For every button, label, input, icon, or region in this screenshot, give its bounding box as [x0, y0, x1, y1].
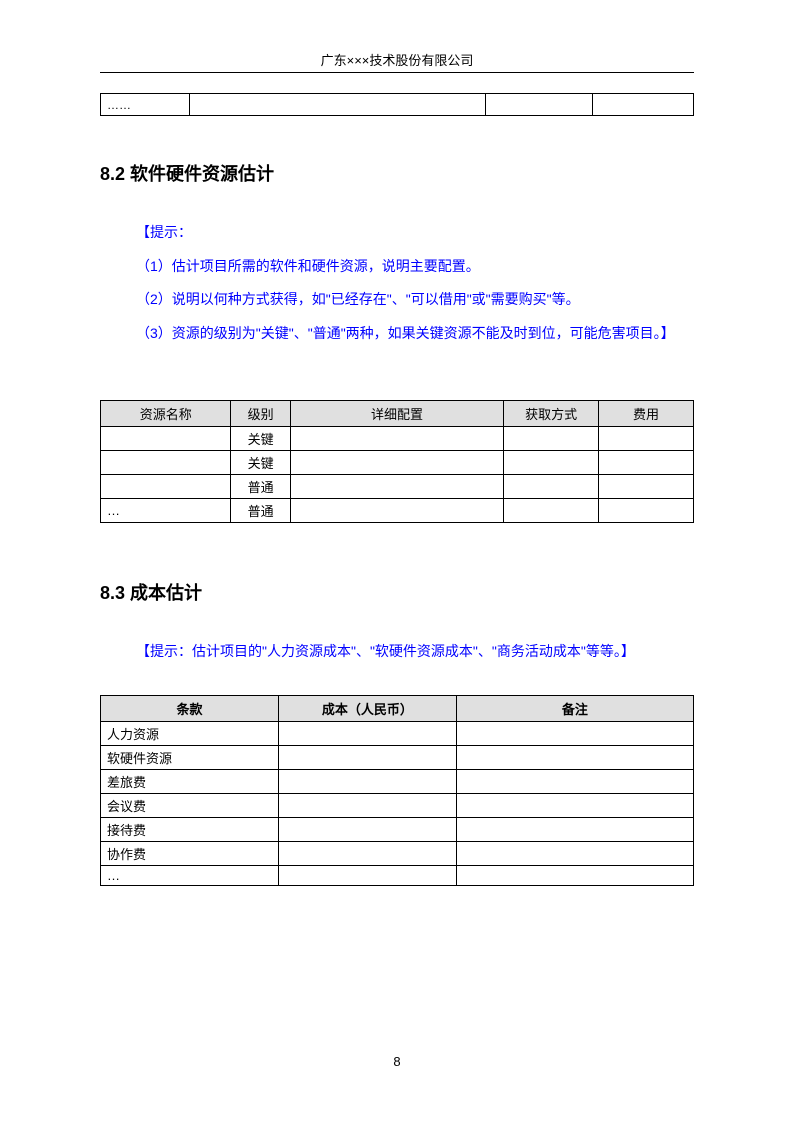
table-row: 普通 [101, 475, 694, 499]
cell-config [290, 475, 503, 499]
cell-amount [278, 721, 456, 745]
table-row: … [101, 865, 694, 885]
table-row: 接待费 [101, 817, 694, 841]
cell-amount [278, 841, 456, 865]
th-level: 级别 [231, 401, 290, 427]
cell-remark [456, 841, 693, 865]
cell-item: 协作费 [101, 841, 279, 865]
cell-cost [599, 427, 694, 451]
th-name: 资源名称 [101, 401, 231, 427]
th-method: 获取方式 [504, 401, 599, 427]
cell-amount [278, 745, 456, 769]
cell-method [504, 475, 599, 499]
hint-block-8-3: 【提示：估计项目的"人力资源成本"、"软硬件资源成本"、"商务活动成本"等等。】 [136, 635, 694, 669]
cell-level: 关键 [231, 427, 290, 451]
cell-remark [456, 769, 693, 793]
hint-block-8-2: 【提示： （1）估计项目所需的软件和硬件资源，说明主要配置。 （2）说明以何种方… [136, 216, 694, 350]
cell-method [504, 427, 599, 451]
cell-name: … [101, 499, 231, 523]
cell-item: … [101, 865, 279, 885]
cell-remark [456, 793, 693, 817]
th-cost: 费用 [599, 401, 694, 427]
table-row: 协作费 [101, 841, 694, 865]
hint-line: （3）资源的级别为"关键"、"普通"两种，如果关键资源不能及时到位，可能危害项目… [136, 317, 694, 351]
page-header: 广东×××技术股份有限公司 [0, 0, 794, 72]
header-rule [100, 72, 694, 73]
cell-level: 普通 [231, 475, 290, 499]
cell-method [504, 451, 599, 475]
cell-item: 会议费 [101, 793, 279, 817]
cell [593, 94, 694, 116]
th-amount: 成本（人民币） [278, 695, 456, 721]
cell-cost [599, 475, 694, 499]
cell-amount [278, 769, 456, 793]
page-number: 8 [0, 1054, 794, 1069]
table-row: … 普通 [101, 499, 694, 523]
cell-level: 普通 [231, 499, 290, 523]
cell-remark [456, 865, 693, 885]
table-row: 会议费 [101, 793, 694, 817]
hint-line: 【提示： [136, 216, 694, 250]
cell: …… [101, 94, 190, 116]
page-number-value: 8 [393, 1054, 400, 1069]
section-heading-8-3: 8.3 成本估计 [100, 579, 694, 605]
table-header-row: 条款 成本（人民币） 备注 [101, 695, 694, 721]
cost-table: 条款 成本（人民币） 备注 人力资源 软硬件资源 差旅费 会议费 接待费 [100, 695, 694, 886]
table-row: 关键 [101, 451, 694, 475]
cell-config [290, 451, 503, 475]
table-row: 软硬件资源 [101, 745, 694, 769]
cell-amount [278, 865, 456, 885]
cell-amount [278, 793, 456, 817]
table-row: 差旅费 [101, 769, 694, 793]
table-row: …… [101, 94, 694, 116]
cell-remark [456, 745, 693, 769]
resource-table: 资源名称 级别 详细配置 获取方式 费用 关键 关键 普通 [100, 400, 694, 523]
hint-line: 【提示：估计项目的"人力资源成本"、"软硬件资源成本"、"商务活动成本"等等。】 [136, 635, 694, 669]
th-remark: 备注 [456, 695, 693, 721]
cell [486, 94, 593, 116]
cell-config [290, 499, 503, 523]
hint-line: （1）估计项目所需的软件和硬件资源，说明主要配置。 [136, 250, 694, 284]
cell-level: 关键 [231, 451, 290, 475]
cell-item: 软硬件资源 [101, 745, 279, 769]
th-item: 条款 [101, 695, 279, 721]
cell-item: 差旅费 [101, 769, 279, 793]
table-header-row: 资源名称 级别 详细配置 获取方式 费用 [101, 401, 694, 427]
cell-name [101, 475, 231, 499]
cell-config [290, 427, 503, 451]
section-heading-8-2: 8.2 软件硬件资源估计 [100, 160, 694, 186]
continuation-table: …… [100, 93, 694, 116]
hint-line: （2）说明以何种方式获得，如"已经存在"、"可以借用"或"需要购买"等。 [136, 283, 694, 317]
cell-remark [456, 721, 693, 745]
cell-amount [278, 817, 456, 841]
th-config: 详细配置 [290, 401, 503, 427]
content-area: …… 8.2 软件硬件资源估计 【提示： （1）估计项目所需的软件和硬件资源，说… [0, 93, 794, 886]
cell-name [101, 427, 231, 451]
cell-name [101, 451, 231, 475]
cell-item: 人力资源 [101, 721, 279, 745]
table-row: 关键 [101, 427, 694, 451]
table-row: 人力资源 [101, 721, 694, 745]
cell [189, 94, 486, 116]
cell-cost [599, 499, 694, 523]
cell-method [504, 499, 599, 523]
company-label: 广东×××技术股份有限公司 [321, 53, 474, 68]
cell-cost [599, 451, 694, 475]
cell-remark [456, 817, 693, 841]
cell-item: 接待费 [101, 817, 279, 841]
